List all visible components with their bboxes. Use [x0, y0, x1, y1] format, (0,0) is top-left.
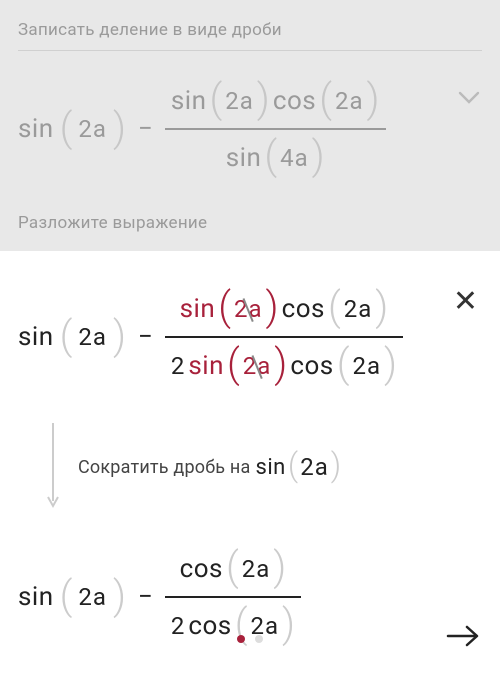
formula-step1: sin (2a) − sin (2a) cos (2a) sin (4a)	[18, 73, 482, 185]
dot-1[interactable]	[237, 635, 245, 643]
hint-row: Сократить дробь на sin (2a)	[46, 421, 482, 513]
divider	[18, 50, 482, 51]
formula-expanded: sin (2a) − sin (2a) cos (2a) 2 sin (2a) …	[18, 281, 482, 393]
step2-label: Разложите выражение	[18, 213, 482, 233]
step1-label: Записать деление в виде дроби	[18, 20, 482, 40]
chevron-down-icon[interactable]	[458, 90, 480, 109]
page-dots[interactable]	[237, 635, 263, 643]
dot-2[interactable]	[255, 635, 263, 643]
hint-text: Сократить дробь на	[78, 457, 250, 478]
arrow-down-icon	[46, 421, 60, 513]
close-icon[interactable]: ✕	[453, 287, 478, 317]
next-arrow-icon[interactable]	[446, 619, 480, 657]
